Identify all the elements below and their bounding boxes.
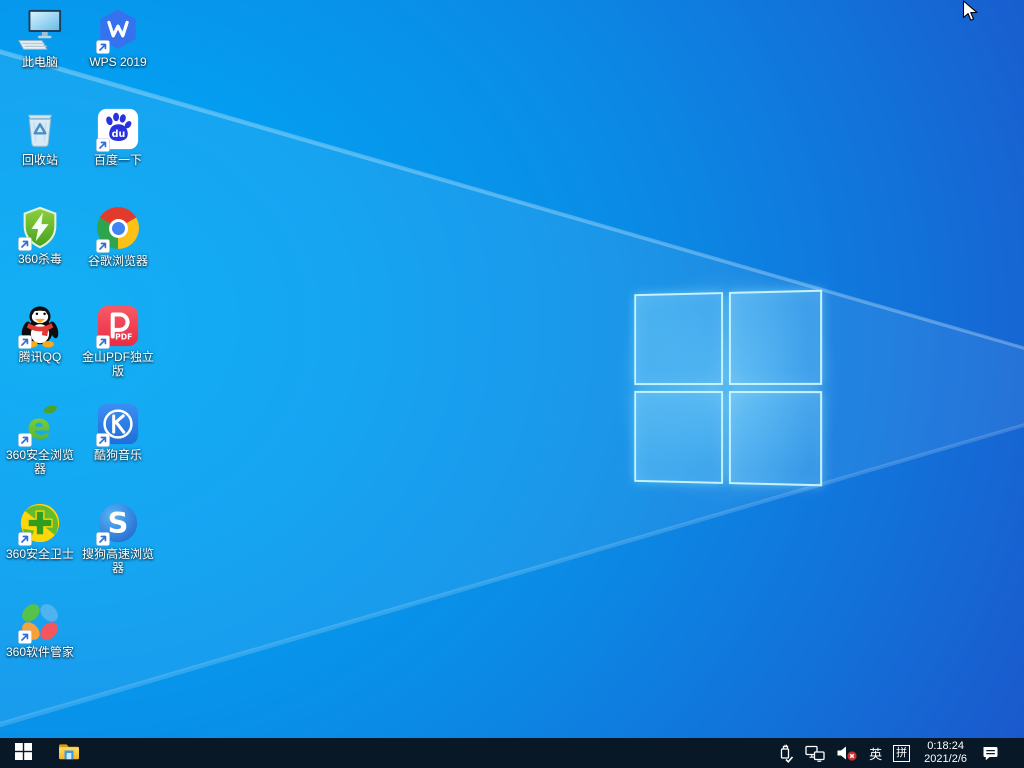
desktop-icon-label: 回收站 xyxy=(1,153,79,167)
notification-bubble-icon xyxy=(981,745,1000,762)
clock-date: 2021/2/6 xyxy=(924,753,967,766)
clock-time: 0:18:24 xyxy=(924,740,967,753)
ime-pinyin-indicator[interactable]: 拼 xyxy=(893,745,910,762)
windows-logo-pane xyxy=(729,290,822,385)
desktop-icon-kingsoft-pdf[interactable]: PDF 金山PDF独立版 xyxy=(79,303,157,378)
desktop-icon-label: 腾讯QQ xyxy=(1,350,79,364)
wps-hexagon-icon xyxy=(95,8,141,54)
desktop-icon-360-safeguard[interactable]: 360安全卫士 xyxy=(1,500,79,561)
shortcut-arrow-icon xyxy=(96,433,110,447)
windows-start-icon xyxy=(15,743,32,763)
this-pc-icon xyxy=(17,8,63,54)
shortcut-arrow-icon xyxy=(18,532,32,546)
four-petals-icon xyxy=(17,598,63,644)
usb-device-icon[interactable] xyxy=(777,738,794,768)
volume-muted-icon[interactable] xyxy=(836,738,858,768)
windows-logo-pane xyxy=(634,391,723,484)
desktop-icon-label: 360安全卫士 xyxy=(1,547,79,561)
system-tray: 英 拼 0:18:24 2021/2/6 xyxy=(777,738,1024,768)
plus-circle-icon xyxy=(17,500,63,546)
shortcut-arrow-icon xyxy=(18,630,32,644)
desktop-icon-wps-2019[interactable]: WPS 2019 xyxy=(79,8,157,69)
shortcut-arrow-icon xyxy=(96,335,110,349)
desktop-icon-kugou[interactable]: 酷狗音乐 xyxy=(79,401,157,462)
desktop-icon-qq[interactable]: 腾讯QQ xyxy=(1,303,79,364)
folder-icon xyxy=(58,742,80,764)
shortcut-arrow-icon xyxy=(96,40,110,54)
windows-logo-pane xyxy=(634,292,723,385)
kugou-k-icon xyxy=(95,401,141,447)
desktop-icon-label: 360安全浏览器 xyxy=(1,448,79,476)
chrome-icon xyxy=(95,207,141,253)
green-shield-icon xyxy=(17,205,63,251)
shortcut-arrow-icon xyxy=(96,138,110,152)
desktop-icon-360-antivirus[interactable]: 360杀毒 xyxy=(1,205,79,266)
taskbar-clock[interactable]: 0:18:24 2021/2/6 xyxy=(921,740,970,766)
desktop-icon-this-pc[interactable]: 此电脑 xyxy=(1,8,79,69)
screen: { "desktop": { "icons": [ { "id": "this-… xyxy=(0,0,1024,768)
desktop-icon-label: 搜狗高速浏览器 xyxy=(79,547,157,575)
desktop-icon-label: WPS 2019 xyxy=(79,55,157,69)
shortcut-arrow-icon xyxy=(18,237,32,251)
mouse-cursor xyxy=(962,0,982,28)
desktop-icon-chrome[interactable]: 谷歌浏览器 xyxy=(79,205,157,268)
green-e-icon: e xyxy=(17,401,63,447)
shortcut-arrow-icon xyxy=(18,335,32,349)
desktop-icon-label: 金山PDF独立版 xyxy=(79,350,157,378)
file-explorer-button[interactable] xyxy=(46,738,92,768)
network-icon[interactable] xyxy=(805,738,825,768)
desktop-icon-label: 360软件管家 xyxy=(1,645,79,659)
desktop-icon-sogou[interactable]: S 搜狗高速浏览器 xyxy=(79,500,157,575)
desktop-icon-label: 百度一下 xyxy=(79,153,157,167)
desktop-icon-360-software-manager[interactable]: 360软件管家 xyxy=(1,598,79,659)
desktop-icon-recycle-bin[interactable]: 回收站 xyxy=(1,106,79,167)
action-center-button[interactable] xyxy=(981,738,1000,768)
start-button[interactable] xyxy=(0,738,46,768)
shortcut-arrow-icon xyxy=(96,239,110,253)
taskbar: 英 拼 0:18:24 2021/2/6 xyxy=(0,738,1024,768)
windows-logo-wallpaper xyxy=(634,290,822,487)
desktop-icon-360-browser[interactable]: e 360安全浏览器 xyxy=(1,401,79,476)
windows-logo-pane xyxy=(729,391,822,486)
baidu-paw-icon: du xyxy=(95,106,141,152)
svg-text:PDF: PDF xyxy=(115,332,132,341)
desktop-icon-label: 谷歌浏览器 xyxy=(79,254,157,268)
desktop-icon-label: 酷狗音乐 xyxy=(79,448,157,462)
shortcut-arrow-icon xyxy=(96,532,110,546)
desktop-icon-label: 360杀毒 xyxy=(1,252,79,266)
pdf-p-icon: PDF xyxy=(95,303,141,349)
sogou-s-icon: S xyxy=(95,500,141,546)
svg-text:S: S xyxy=(108,506,129,540)
shortcut-arrow-icon xyxy=(18,433,32,447)
desktop-icon-baidu[interactable]: du 百度一下 xyxy=(79,106,157,167)
recycle-bin-icon xyxy=(17,106,63,152)
svg-text:du: du xyxy=(112,129,126,140)
ime-language-indicator[interactable]: 英 xyxy=(869,744,882,763)
qq-penguin-icon xyxy=(17,303,63,349)
desktop-icon-label: 此电脑 xyxy=(1,55,79,69)
